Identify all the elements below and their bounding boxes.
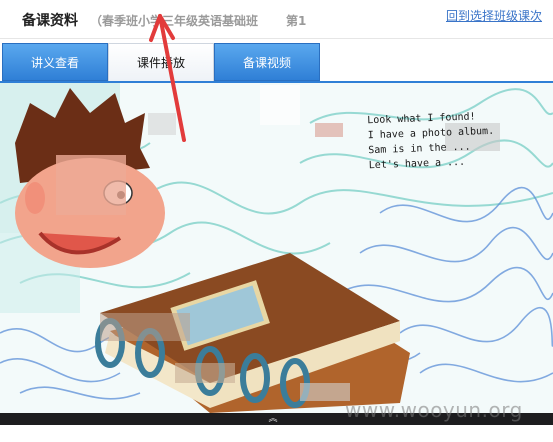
speech-bubble-text: Look what I found! I have a photo album.… [367,109,495,173]
tab-handout-view[interactable]: 讲义查看 [2,43,108,81]
censor-pixel [100,313,190,341]
censor-pixel [260,85,300,125]
tab-prep-video[interactable]: 备课视频 [214,43,320,81]
footer-space [0,425,553,442]
lesson-number: 第1 [286,14,307,28]
chevron-up-icon[interactable]: ︽ [266,413,280,425]
tab-bar: 讲义查看 课件播放 备课视频 [0,39,553,82]
course-name: （春季班小学三年级英语基础班 [90,14,259,28]
watermark: www.wooyun.org [345,398,523,422]
censor-pixel [175,363,235,383]
tab-courseware-play[interactable]: 课件播放 [108,43,214,81]
censor-pixel [300,383,350,401]
page-header: 备课资料 （春季班小学三年级英语基础班 第1 回到选择班级课次 [0,0,553,39]
censor-pixel-face [56,155,126,215]
back-to-class-selection-link[interactable]: 回到选择班级课次 [446,7,542,24]
courseware-player[interactable]: Look what I found! I have a photo album.… [0,83,553,413]
censor-pixel [148,113,176,135]
page-title: 备课资料 [22,13,78,29]
censor-pixel [315,123,343,137]
